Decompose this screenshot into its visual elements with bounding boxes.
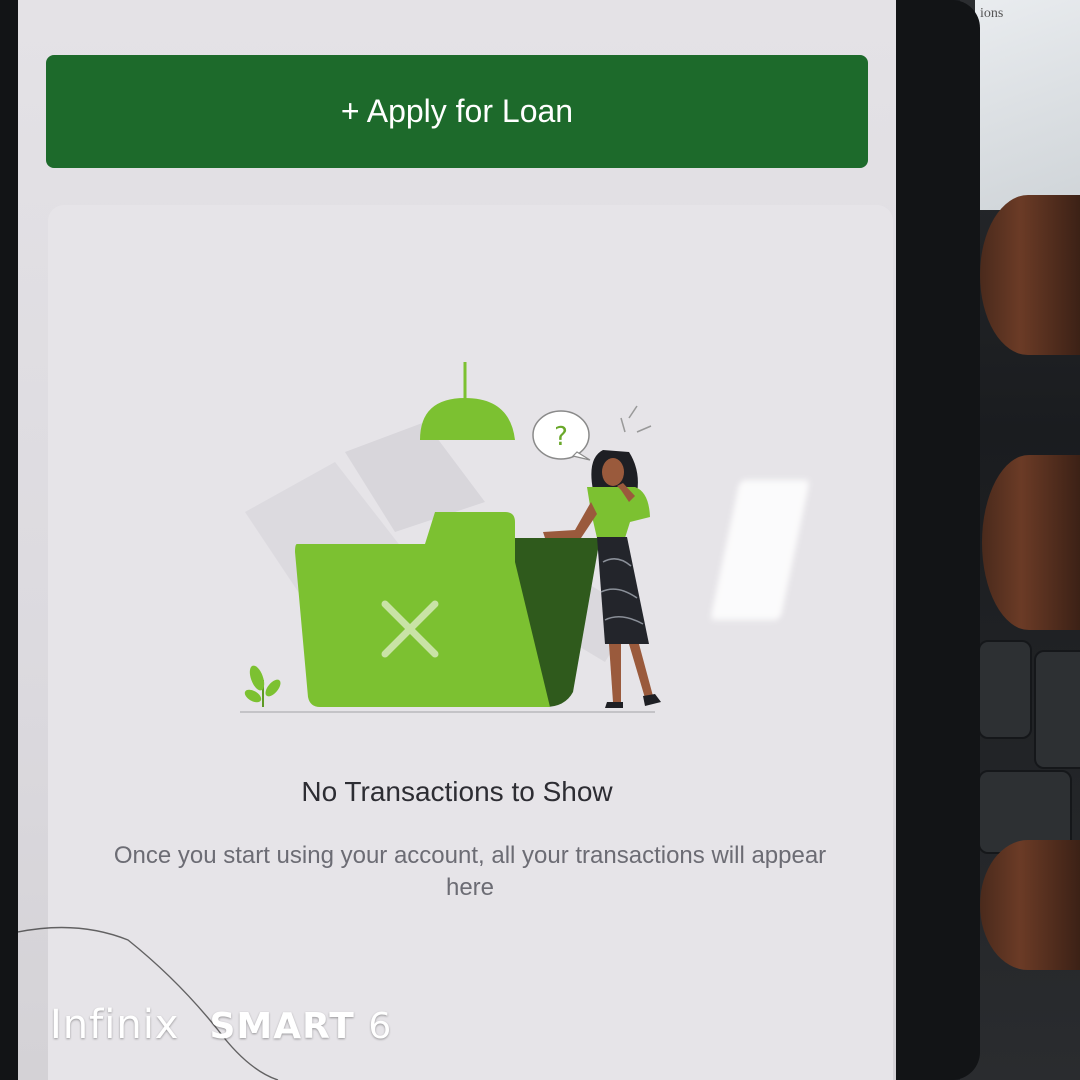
empty-state-title: No Transactions to Show <box>301 776 613 807</box>
background-paper <box>975 0 1080 210</box>
finger <box>982 455 1080 630</box>
empty-state-subtitle: Once you start using your account, all y… <box>113 842 827 901</box>
question-bubble-icon: ? <box>532 410 591 461</box>
keyboard-key <box>978 640 1032 739</box>
keyboard-key <box>1034 650 1080 769</box>
apply-for-loan-button[interactable]: + Apply for Loan <box>46 55 868 168</box>
lamp-icon <box>420 362 515 440</box>
camera-watermark: Infinix SMART 6 <box>50 1002 392 1048</box>
watermark-model: SMART 6 <box>209 1006 392 1047</box>
watermark-model-name: SMART <box>209 1006 355 1047</box>
background-paper-text: ions <box>980 6 1004 21</box>
finger <box>980 840 1080 970</box>
question-mark: ? <box>554 422 568 452</box>
finger <box>980 195 1080 355</box>
watermark-model-number: 6 <box>368 1006 393 1047</box>
plant-icon <box>244 665 281 707</box>
empty-transactions-illustration: ? <box>240 362 661 713</box>
screen-crack <box>18 926 279 1080</box>
watermark-brand: Infinix <box>50 1002 180 1048</box>
